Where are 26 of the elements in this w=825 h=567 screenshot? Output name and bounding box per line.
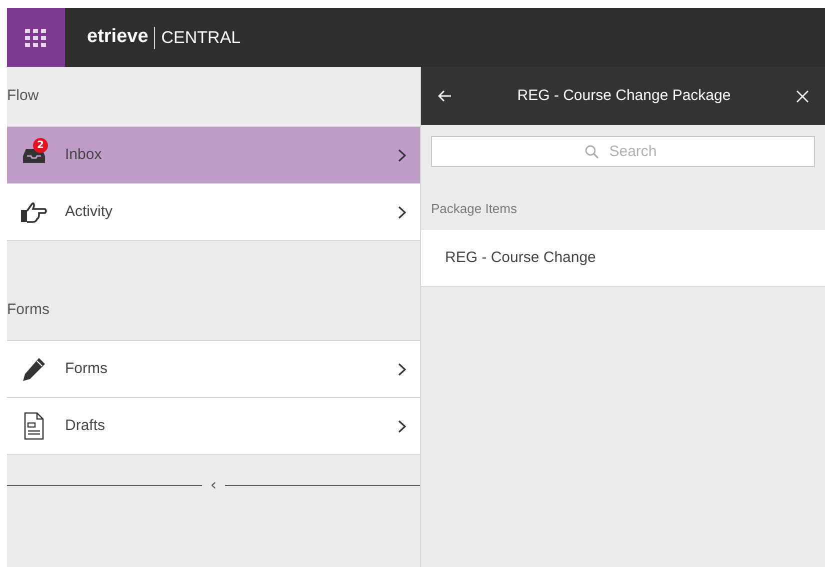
nav-item[interactable]: Drafts	[7, 398, 420, 455]
app-launcher-button[interactable]	[7, 8, 65, 67]
pencil-icon	[21, 356, 47, 382]
package-item[interactable]: REG - Course Change	[421, 230, 825, 287]
search-icon	[585, 145, 599, 159]
panel-title: REG - Course Change Package	[516, 86, 732, 106]
app-name: CENTRAL	[161, 26, 241, 49]
nav-item[interactable]: Forms	[7, 341, 420, 398]
app-logo: etrieve	[87, 25, 148, 50]
section-heading: Forms	[7, 300, 50, 320]
pointing-hand-icon	[20, 201, 48, 223]
grid-icon	[25, 28, 47, 46]
back-arrow-icon	[438, 90, 452, 102]
count-badge: 2	[33, 138, 48, 153]
chevron-right-icon	[398, 148, 406, 162]
close-icon	[796, 90, 808, 102]
section-label: Package Items	[431, 200, 517, 218]
search-field[interactable]: Search	[431, 136, 815, 167]
collapse-button[interactable]: ‹	[208, 477, 219, 493]
nav-item[interactable]: Activity	[7, 184, 420, 241]
chevron-right-icon	[398, 362, 406, 376]
section-heading: Flow	[7, 86, 39, 106]
chevron-right-icon	[398, 420, 406, 432]
document-icon	[24, 412, 44, 440]
chevron-right-icon	[398, 206, 406, 218]
nav-item[interactable]: 2 Inbox	[7, 127, 420, 184]
